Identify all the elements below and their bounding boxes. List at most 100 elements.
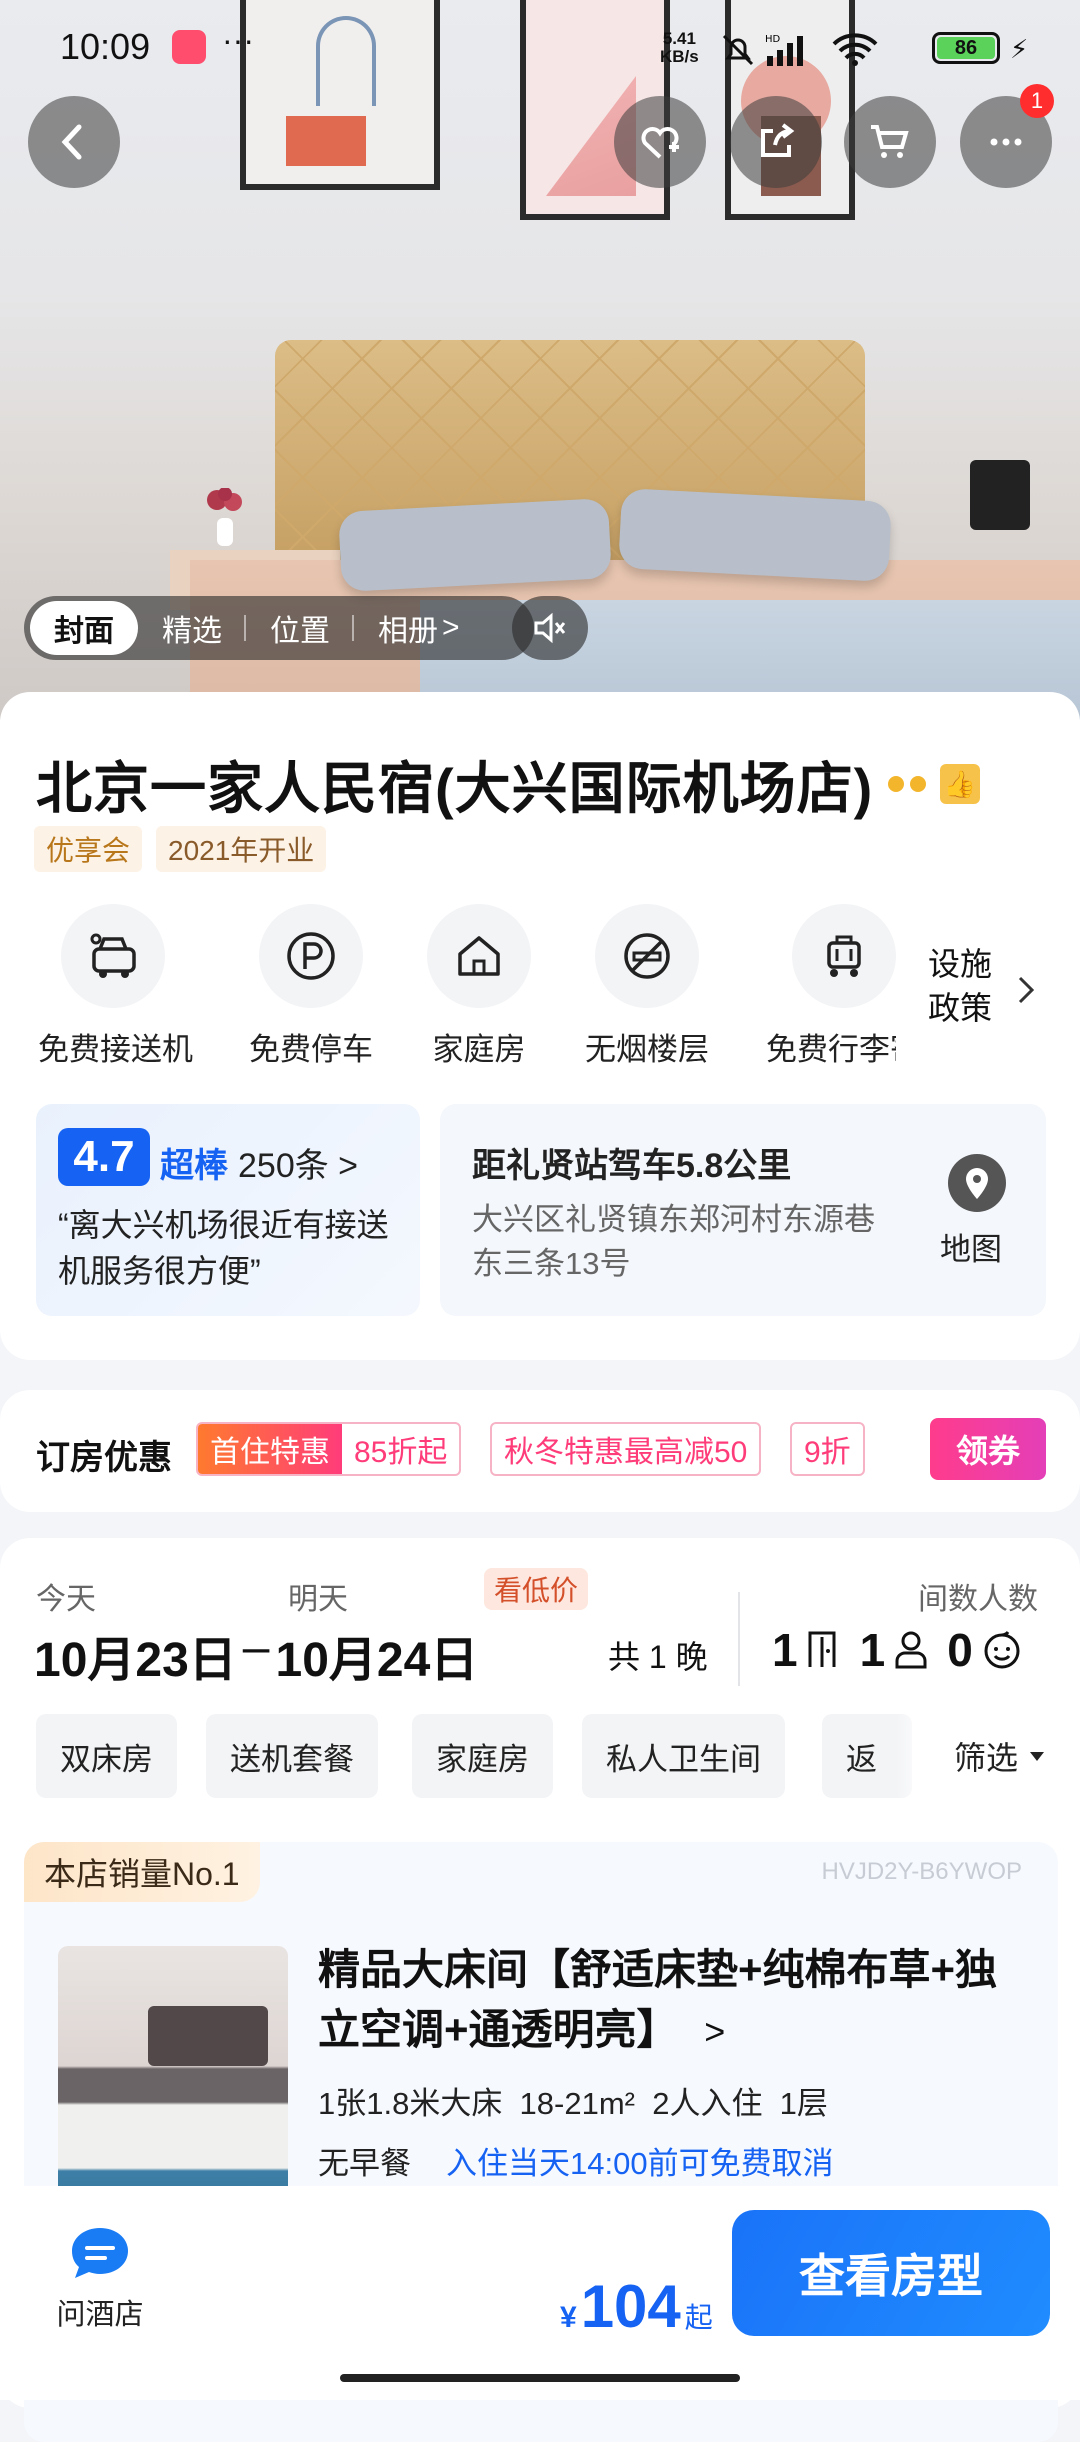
battery-icon: 86 (932, 32, 1000, 64)
back-button[interactable] (28, 96, 120, 188)
filter-chip-family-room[interactable]: 家庭房 (412, 1714, 553, 1798)
door-icon (808, 1631, 836, 1667)
checkin-date: 10月23日 (34, 1634, 237, 1687)
charging-icon: ⚡ (1010, 34, 1029, 64)
room-name: 精品大床间【舒适床垫+纯棉布草+独立空调+通透明亮】 > (318, 1946, 998, 2053)
filter-chip-private-bathroom[interactable]: 私人卫生间 (582, 1714, 785, 1798)
checkout-date: 10月24日 (275, 1634, 479, 1687)
hotel-name: 北京一家人民宿(大兴国际机场店) (36, 757, 874, 820)
rating-card[interactable]: 4.7 超棒 250条 > “离大兴机场很近有接送机服务很方便” (36, 1104, 420, 1316)
speaker-muted-icon (534, 612, 566, 644)
review-quote: “离大兴机场很近有接送机服务很方便” (58, 1207, 389, 1289)
svg-text:HD: HD (765, 34, 781, 45)
luggage-cart-icon (827, 935, 861, 977)
home-indicator[interactable] (340, 2374, 740, 2382)
no-smoking-icon (624, 933, 670, 979)
address-text: 大兴区礼贤镇东郑河村东源巷东三条13号 (472, 1202, 875, 1281)
child-count: 0 (947, 1624, 973, 1676)
discount-offer[interactable]: 9折 (790, 1422, 865, 1476)
child-face-icon (984, 1631, 1020, 1669)
distance-text: 距礼贤站驾车5.8公里 (472, 1147, 792, 1185)
mute-bell-icon (722, 34, 754, 66)
ask-hotel-button[interactable]: 问酒店 (40, 2224, 160, 2333)
mute-button[interactable] (512, 596, 588, 660)
status-bar: 10:09 ··· 5.41 KB/s HD 86 ⚡ (0, 0, 1080, 96)
map-pin-icon (948, 1154, 1006, 1212)
wifi-icon (832, 33, 878, 66)
tab-location[interactable]: 位置 (246, 601, 354, 655)
room-specs: 1张1.8米大床 18-21m² 2人入住 1层 (318, 2086, 828, 2121)
signal-icon: HD (765, 34, 803, 66)
price-value: 104 (580, 2273, 681, 2340)
diamond-dot-icon (910, 776, 926, 792)
status-time: 10:09 (60, 26, 151, 67)
kettle (970, 460, 1030, 530)
diamond-dot-icon (888, 776, 904, 792)
parking-icon (287, 932, 335, 980)
location-card[interactable]: 距礼贤站驾车5.8公里 大兴区礼贤镇东郑河村东源巷东三条13号 地图 (440, 1104, 1046, 1316)
first-stay-offer[interactable]: 首住特惠 85折起 (196, 1422, 462, 1476)
room-code: HVJD2Y-B6YWOP (821, 1858, 1022, 1885)
view-rooms-button[interactable]: 查看房型 (732, 2210, 1050, 2336)
more-dots-icon (990, 138, 1022, 146)
cart-button[interactable] (844, 96, 936, 188)
house-icon (458, 936, 500, 976)
tomorrow-label: 明天 (288, 1583, 348, 1616)
tab-album[interactable]: 相册 > (354, 601, 484, 655)
bestseller-ribbon: 本店销量No.1 (24, 1842, 260, 1902)
room-name-chevron-icon: > (704, 2011, 726, 2052)
room-count: 1 (772, 1624, 798, 1676)
member-tag: 优享会 (34, 826, 143, 872)
review-count: 250条 > (238, 1147, 359, 1185)
amenity-airport-shuttle[interactable]: 免费接送机 (38, 904, 193, 1069)
chevron-left-icon (61, 124, 82, 160)
rating-level: 超棒 (160, 1147, 228, 1185)
pillow-left (338, 497, 612, 593)
nights-count: 共 1 晚 (608, 1639, 708, 1675)
more-badge: 1 (1020, 84, 1054, 118)
media-tabs: 封面 精选 位置 相册 > (24, 596, 534, 660)
chat-bubble-icon (72, 2228, 128, 2278)
claim-coupon-button[interactable]: 领券 (930, 1418, 1046, 1480)
amenity-non-smoking[interactable]: 无烟楼层 (572, 904, 722, 1069)
filter-button[interactable]: 筛选 (896, 1706, 1080, 1806)
amenity-free-parking[interactable]: 免费停车 (236, 904, 386, 1069)
low-price-tag[interactable]: 看低价 (484, 1568, 589, 1610)
guest-selector[interactable]: 1 1 0 (772, 1620, 1023, 1680)
filter-chip-twin-room[interactable]: 双床房 (36, 1714, 177, 1798)
caret-down-icon (1030, 1752, 1044, 1761)
divider (738, 1592, 740, 1686)
tab-cover[interactable]: 封面 (30, 601, 138, 655)
autumn-offer[interactable]: 秋冬特惠最高减50 (490, 1422, 762, 1476)
price-display: ¥ 104 起 (560, 2273, 713, 2340)
rooms-guests-label: 间数人数 (918, 1583, 1038, 1616)
share-icon (761, 123, 795, 157)
chevron-right-icon (1018, 976, 1035, 1004)
thumbs-up-icon: 👍 (940, 764, 980, 804)
promo-label: 订房优惠 (36, 1439, 172, 1477)
more-notifications-icon: ··· (222, 22, 254, 58)
amenity-luggage[interactable]: 免费行李寄 (766, 904, 896, 1069)
network-speed: 5.41 KB/s (660, 29, 699, 66)
share-button[interactable] (730, 96, 822, 188)
pillow-right (618, 487, 892, 583)
opening-year-tag: 2021年开业 (156, 826, 327, 872)
bottom-bar: 问酒店 ¥ 104 起 查看房型 (0, 2186, 1080, 2400)
cancellation-policy: 入住当天14:00前可免费取消 (446, 2146, 834, 2181)
heart-plus-icon (641, 127, 679, 159)
flower-vase (207, 488, 242, 546)
favorite-button[interactable] (614, 96, 706, 188)
shuttle-icon (90, 933, 136, 978)
breakfast-info: 无早餐 (318, 2146, 411, 2181)
rating-score: 4.7 (58, 1128, 150, 1186)
today-label: 今天 (36, 1583, 96, 1616)
app-notification-icon (172, 30, 206, 64)
date-range[interactable]: 10月23日 – 10月24日 (34, 1620, 478, 1690)
amenity-family-room[interactable]: 家庭房 (404, 904, 554, 1069)
filter-chip-dropoff-package[interactable]: 送机套餐 (206, 1714, 378, 1798)
cart-icon (871, 125, 909, 158)
person-icon (895, 1631, 927, 1669)
facilities-policy-link[interactable]: 设施政策 (896, 920, 1080, 1060)
adult-count: 1 (859, 1624, 886, 1676)
tab-featured[interactable]: 精选 (138, 601, 246, 655)
